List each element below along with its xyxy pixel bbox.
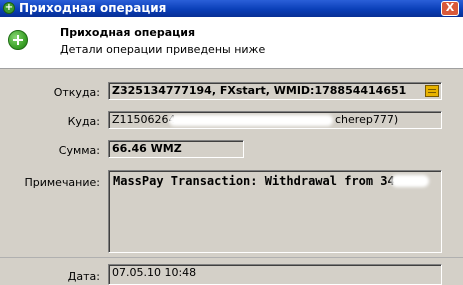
to-label: Куда: xyxy=(67,115,100,128)
amount-value: 66.46 WMZ xyxy=(112,142,182,155)
from-field[interactable]: Z325134777194, FXstart, WMID:17885441465… xyxy=(108,82,442,100)
app-icon: + xyxy=(3,2,15,14)
header-subtitle: Детали операции приведены ниже xyxy=(60,43,266,56)
note-field[interactable]: MassPay Transaction: Withdrawal from 34 xyxy=(108,170,442,253)
date-field[interactable]: 07.05.10 10:48 xyxy=(108,264,442,285)
to-field[interactable]: Z11506264 cherep777) xyxy=(108,111,442,129)
date-value: 07.05.10 10:48 xyxy=(112,266,197,279)
from-value: Z325134777194, FXstart, WMID:17885441465… xyxy=(112,84,407,97)
note-value: MassPay Transaction: Withdrawal from 34 xyxy=(113,174,395,188)
amount-label: Сумма: xyxy=(58,144,100,157)
wallet-icon[interactable] xyxy=(425,85,439,97)
date-label: Дата: xyxy=(67,270,100,283)
plus-circle-icon xyxy=(8,30,28,50)
to-value-end: cherep777) xyxy=(335,113,399,126)
dialog-header: Приходная операция Детали операции приве… xyxy=(0,17,463,69)
redaction-mark xyxy=(391,175,429,187)
close-button[interactable]: X xyxy=(441,1,459,16)
header-title: Приходная операция xyxy=(60,26,196,39)
divider xyxy=(0,257,463,258)
redaction-mark xyxy=(169,115,333,126)
window-titlebar[interactable]: + Приходная операция X xyxy=(0,0,463,17)
from-label: Откуда: xyxy=(53,86,100,99)
to-value-start: Z11506264 xyxy=(112,113,176,126)
amount-field[interactable]: 66.46 WMZ xyxy=(108,140,244,158)
note-label: Примечание: xyxy=(24,176,100,189)
window-title: Приходная операция xyxy=(19,1,167,15)
